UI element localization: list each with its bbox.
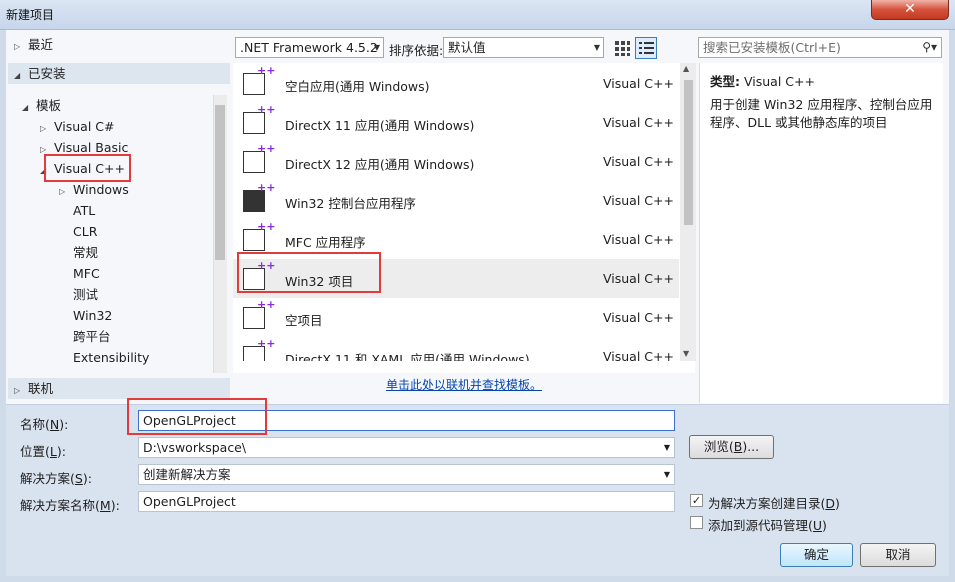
search-templates-input[interactable]: 搜索已安装模板(Ctrl+E) ⚲▾ (698, 37, 942, 58)
cancel-button[interactable]: 取消 (860, 543, 936, 567)
solution-name-input[interactable]: OpenGLProject (138, 491, 675, 512)
solution-name-label: 解决方案名称(M): (20, 498, 120, 513)
expand-arrow-icon: ▷ (14, 386, 21, 395)
tree-recent[interactable]: ▷ 最近 (14, 34, 229, 55)
collapse-arrow-icon: ◢ (22, 103, 29, 112)
tree-item-atl[interactable]: ATL (73, 200, 95, 221)
tree-templates[interactable]: ◢ 模板 (22, 95, 61, 116)
name-input[interactable]: OpenGLProject (138, 410, 675, 431)
location-label: 位置(L): (20, 444, 66, 459)
search-icon: ⚲▾ (922, 40, 937, 54)
dropdown-arrow-icon: ▼ (593, 43, 600, 52)
console-app-icon: ++ (243, 181, 275, 212)
tree-scroll-thumb[interactable] (215, 105, 225, 260)
browse-button[interactable]: 浏览(B)... (689, 435, 774, 459)
dropdown-arrow-icon: ▼ (663, 443, 670, 452)
directx-app-icon: ++ (243, 142, 275, 173)
close-icon: ✕ (904, 1, 916, 17)
close-button[interactable]: ✕ (871, 0, 949, 20)
source-control-checkbox[interactable] (690, 516, 703, 529)
win32-project-icon: ++ (243, 259, 275, 290)
template-item[interactable]: ++ DirectX 11 应用(通用 Windows) Visual C++ (233, 103, 679, 142)
tree-item-windows[interactable]: ▷ Windows (59, 179, 129, 200)
source-control-label: 添加到源代码管理(U) (708, 518, 827, 533)
list-view-button[interactable] (635, 37, 657, 59)
template-item[interactable]: ++ Win32 控制台应用程序 Visual C++ (233, 181, 679, 220)
grid-view-icon (615, 41, 630, 56)
solution-select[interactable]: 创建新解决方案 ▼ (138, 464, 675, 485)
list-view-icon (639, 42, 654, 54)
mfc-app-icon: ++ (243, 220, 275, 251)
solution-label: 解决方案(S): (20, 471, 92, 486)
small-icons-view-button[interactable] (612, 38, 632, 58)
empty-project-icon: ++ (243, 298, 275, 329)
tree-item-visual-basic[interactable]: ▷ Visual Basic (40, 137, 128, 158)
template-item[interactable]: ++ MFC 应用程序 Visual C++ (233, 220, 679, 259)
name-label: 名称(N): (20, 417, 69, 432)
tree-item-visual-cpp[interactable]: ◢ Visual C++ (40, 158, 125, 179)
template-item[interactable]: ++ DirectX 11 和 XAML 应用(通用 Windows) Visu… (233, 337, 679, 361)
tree-item-test[interactable]: 测试 (73, 284, 98, 305)
collapse-arrow-icon: ◢ (14, 71, 21, 80)
directx-xaml-app-icon: ++ (243, 337, 275, 361)
ok-button[interactable]: 确定 (780, 543, 853, 567)
blank-app-icon: ++ (243, 64, 275, 95)
tree-installed[interactable]: ◢ 已安装 (8, 63, 230, 84)
framework-select[interactable]: .NET Framework 4.5.2 ▼ (235, 37, 384, 58)
dropdown-arrow-icon: ▼ (373, 43, 380, 52)
template-item[interactable]: ++ 空白应用(通用 Windows) Visual C++ (233, 64, 679, 103)
directx-app-icon: ++ (243, 103, 275, 134)
sort-select[interactable]: 默认值 ▼ (443, 37, 604, 58)
template-list-scroll-thumb[interactable] (684, 80, 693, 225)
dropdown-arrow-icon: ▼ (663, 470, 670, 479)
collapse-arrow-icon: ◢ (40, 166, 47, 175)
location-select[interactable]: D:\vsworkspace\ ▼ (138, 437, 675, 458)
expand-arrow-icon: ▷ (14, 42, 21, 51)
tree-item-win32[interactable]: Win32 (73, 305, 112, 326)
create-directory-label: 为解决方案创建目录(D) (708, 496, 840, 511)
description-text: 用于创建 Win32 应用程序、控制台应用程序、DLL 或其他静态库的项目 (710, 97, 933, 130)
expand-arrow-icon: ▷ (40, 124, 47, 133)
online-templates-link[interactable]: 单击此处以联机并查找模板。 (386, 376, 542, 393)
window-title: 新建项目 (6, 8, 55, 22)
tree-item-extensibility[interactable]: Extensibility (73, 347, 149, 368)
expand-arrow-icon: ▷ (40, 145, 47, 154)
scroll-up-icon[interactable]: ▲ (683, 64, 689, 73)
tree-item-general[interactable]: 常规 (73, 242, 98, 263)
title-bar (0, 0, 955, 30)
tree-item-visual-csharp[interactable]: ▷ Visual C# (40, 116, 114, 137)
sort-label: 排序依据: (389, 43, 444, 58)
create-directory-checkbox[interactable]: ✓ (690, 494, 703, 507)
type-label: 类型: (710, 74, 740, 89)
tree-item-mfc[interactable]: MFC (73, 263, 100, 284)
tree-online[interactable]: ▷ 联机 (8, 378, 230, 399)
tree-item-clr[interactable]: CLR (73, 221, 97, 242)
type-row: 类型: Visual C++ (710, 71, 815, 90)
tree-item-cross-platform[interactable]: 跨平台 (73, 326, 111, 347)
scroll-down-icon[interactable]: ▼ (683, 349, 689, 358)
template-item-selected[interactable]: ++ Win32 项目 Visual C++ (233, 259, 679, 298)
expand-arrow-icon: ▷ (59, 187, 66, 196)
template-item[interactable]: ++ 空项目 Visual C++ (233, 298, 679, 337)
type-value: Visual C++ (743, 74, 815, 89)
template-item[interactable]: ++ DirectX 12 应用(通用 Windows) Visual C++ (233, 142, 679, 181)
